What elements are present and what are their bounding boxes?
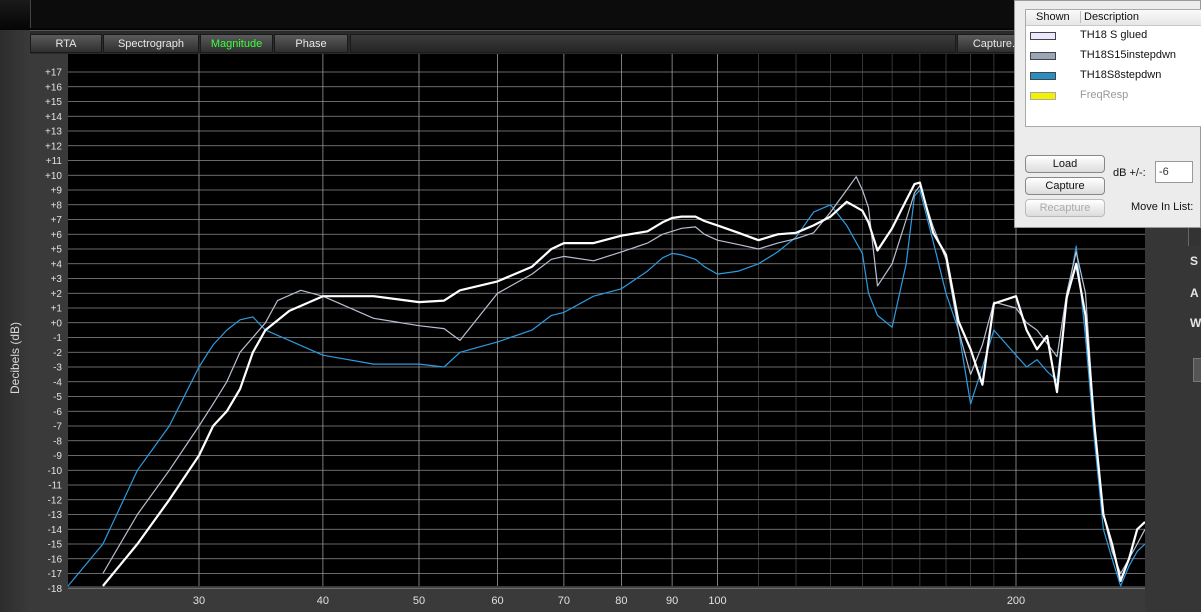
y-tick-label: +7 (51, 215, 63, 226)
trace-color-swatch[interactable] (1030, 92, 1056, 100)
trace-label: TH18S15instepdwn (1080, 49, 1177, 61)
trace-row[interactable]: TH18S15instepdwn (1026, 46, 1201, 66)
y-tick-label: -5 (53, 392, 62, 403)
y-tick-label: -2 (53, 348, 62, 359)
y-tick-label: +12 (45, 141, 62, 152)
y-tick-label: +6 (51, 230, 63, 241)
y-tick-label: -17 (48, 569, 63, 580)
y-tick-label: +2 (51, 289, 63, 300)
y-tick-label: +14 (45, 112, 62, 123)
x-tick-labels: 30 40 50 60 70 80 90 100 200 (193, 595, 1025, 607)
trace-label: FreqResp (1080, 89, 1129, 101)
y-tick-label: -4 (53, 377, 62, 388)
y-tick-label: -16 (48, 554, 63, 565)
column-shown: Shown (1036, 11, 1070, 23)
side-label-a: A (1190, 286, 1199, 300)
y-tick-label: +5 (51, 245, 63, 256)
y-tick-label: +0 (51, 318, 63, 329)
side-control[interactable] (1188, 226, 1201, 246)
x-tick-label: 50 (413, 595, 425, 607)
y-tick-label: -9 (53, 451, 62, 462)
y-tick-label: +10 (45, 171, 62, 182)
y-tick-label: -18 (48, 584, 63, 595)
y-tick-label: -10 (48, 466, 63, 477)
plot-black-area (68, 54, 1145, 586)
x-tick-label: 90 (666, 595, 678, 607)
trace-list-panel: Shown Description TH18 S glued TH18S15in… (1014, 0, 1201, 228)
side-button[interactable] (1193, 358, 1201, 382)
db-input[interactable] (1155, 161, 1193, 183)
move-in-list-label: Move In List: (1131, 201, 1194, 213)
y-tick-label: -14 (48, 525, 63, 536)
y-tick-label: -13 (48, 510, 63, 521)
y-tick-label: +11 (46, 156, 63, 167)
x-tick-label: 80 (615, 595, 627, 607)
db-label: dB +/-: (1113, 167, 1146, 179)
trace-list: Shown Description TH18 S glued TH18S15in… (1025, 9, 1201, 127)
trace-color-swatch[interactable] (1030, 52, 1056, 60)
load-button[interactable]: Load (1025, 155, 1105, 173)
trace-row[interactable]: TH18S8stepdwn (1026, 66, 1201, 86)
y-tick-label: -3 (53, 363, 62, 374)
trace-label: TH18S8stepdwn (1080, 69, 1162, 81)
capture-button[interactable]: Capture (1025, 177, 1105, 195)
column-description: Description (1080, 11, 1139, 23)
x-tick-label: 40 (317, 595, 329, 607)
y-tick-label: -11 (48, 481, 62, 492)
side-label-s: S (1190, 254, 1199, 268)
trace-color-swatch[interactable] (1030, 32, 1056, 40)
y-tick-label: -6 (53, 407, 62, 418)
y-tick-labels: +17 +16 +15 +14 +13 +12 +11 +10 +9 +8 +7 +6 +5 +4 +3 +2… (45, 68, 62, 595)
y-tick-label: +15 (45, 97, 62, 108)
x-tick-label: 60 (491, 595, 503, 607)
trace-row[interactable]: FreqResp (1026, 86, 1201, 106)
y-tick-label: +3 (51, 274, 63, 285)
y-tick-label: +1 (51, 304, 63, 315)
y-tick-label: -1 (53, 333, 62, 344)
x-tick-label: 100 (708, 595, 726, 607)
y-tick-label: +4 (51, 259, 63, 270)
y-tick-label: -8 (53, 436, 62, 447)
y-tick-label: +8 (51, 200, 63, 211)
x-tick-label: 30 (193, 595, 205, 607)
recapture-button[interactable]: Recapture (1025, 199, 1105, 217)
y-tick-label: +9 (51, 186, 63, 197)
y-tick-label: -12 (48, 495, 63, 506)
trace-color-swatch[interactable] (1030, 72, 1056, 80)
x-tick-label: 200 (1007, 595, 1025, 607)
side-label-w: W (1190, 316, 1201, 330)
y-tick-label: -15 (48, 540, 63, 551)
y-tick-label: +13 (45, 127, 62, 138)
x-tick-label: 70 (558, 595, 570, 607)
y-tick-label: +16 (45, 82, 62, 93)
y-tick-label: -7 (53, 422, 62, 433)
trace-label: TH18 S glued (1080, 29, 1148, 41)
trace-row[interactable]: TH18 S glued (1026, 26, 1201, 46)
y-tick-label: +17 (45, 68, 62, 79)
trace-list-header: Shown Description (1026, 10, 1201, 26)
